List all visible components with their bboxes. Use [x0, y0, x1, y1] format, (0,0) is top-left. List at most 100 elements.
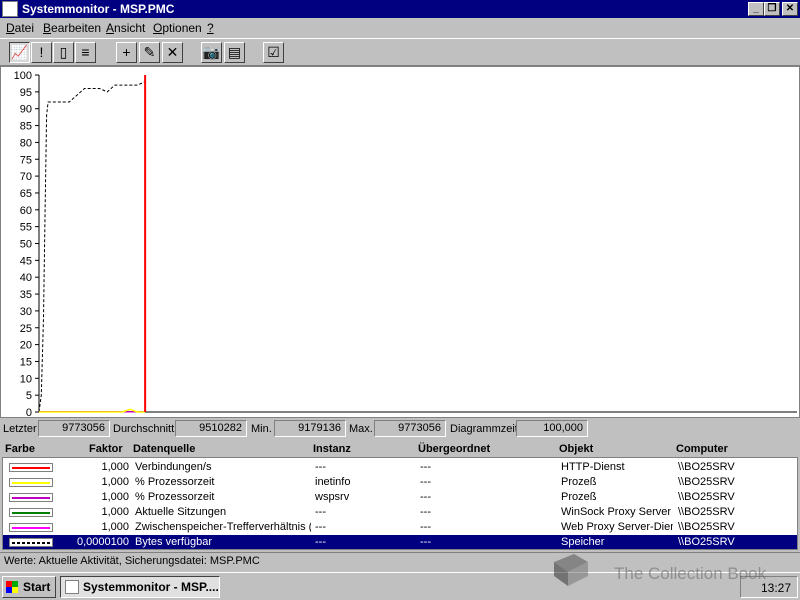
legend-counter: Verbindungen/s [135, 461, 212, 473]
alert-view-icon: ! [39, 44, 44, 60]
last-value: 9773056 [38, 420, 110, 437]
app-icon[interactable] [2, 1, 18, 17]
legend-list[interactable]: 1,000 Verbindungen/s --- --- HTTP-Dienst \\BO… [2, 457, 798, 550]
menu-bearbeiten[interactable]: Bearbeiten [43, 21, 101, 35]
chart-time-label: Diagrammzeit [450, 423, 518, 435]
y-tick-label: 80 [20, 137, 32, 149]
col-computer: Computer [676, 443, 728, 455]
log-view-button[interactable]: ▯ [53, 42, 74, 63]
legend-factor: 1,000 [101, 476, 129, 488]
restore-button[interactable]: ❐ [764, 2, 780, 16]
legend-computer: \\BO25SRV [678, 536, 735, 548]
series-line-0 [38, 81, 146, 413]
legend-instance: --- [315, 536, 326, 548]
add-counter-button[interactable]: + [116, 42, 137, 63]
legend-computer: \\BO25SRV [678, 491, 735, 503]
menu-optionen[interactable]: Optionen [153, 21, 202, 35]
col-color: Farbe [5, 443, 35, 455]
avg-value: 9510282 [175, 420, 247, 437]
legend-counter: Bytes verfügbar [135, 536, 213, 548]
legend-parent: --- [420, 521, 431, 533]
systemmonitor-icon [65, 580, 79, 594]
legend-factor: 1,000 [101, 506, 129, 518]
legend-object: Speicher [561, 536, 605, 548]
legend-factor: 1,000 [101, 491, 129, 503]
y-tick-label: 90 [20, 104, 32, 116]
legend-row[interactable]: 1,000 Zwischenspeicher-Trefferverhältnis … [3, 520, 797, 535]
legend-instance: --- [315, 521, 326, 533]
legend-object: Web Proxy Server-Dienst [561, 521, 673, 533]
watermark: The Collection Book [546, 548, 800, 596]
y-tick-label: 55 [20, 222, 32, 234]
title-bar[interactable]: Systemmonitor - MSP.PMC _ ❐ ✕ [0, 0, 800, 18]
report-view-button[interactable]: ≡ [75, 42, 96, 63]
chart-area[interactable]: 0 5 10 15 20 25 30 35 40 45 50 55 60 65 70 75 80 85 90 95 10… [0, 66, 800, 418]
chart-canvas: 0 5 10 15 20 25 30 35 40 45 50 55 60 65 70 75 80 85 90 95 10… [14, 70, 797, 417]
legend-object: Prozeß [561, 476, 597, 488]
col-factor: Faktor [89, 443, 123, 455]
menu-bar: Datei Bearbeiten Ansicht Optionen ? [0, 18, 800, 38]
chart-view-button[interactable]: 📈 [9, 42, 30, 63]
start-button[interactable]: Start [2, 576, 56, 598]
legend-computer: \\BO25SRV [678, 506, 735, 518]
legend-parent: --- [420, 476, 431, 488]
max-label: Max. [349, 423, 373, 435]
windows-logo-icon [6, 581, 18, 593]
legend-counter: % Prozessorzeit [135, 476, 215, 488]
menu-datei[interactable]: Datei [6, 21, 34, 35]
book-icon [554, 554, 588, 586]
chart-time-value: 100,000 [516, 420, 588, 437]
legend-instance: --- [315, 461, 326, 473]
taskbar-item-systemmonitor[interactable]: Systemmonitor - MSP.... [60, 576, 220, 598]
close-button[interactable]: ✕ [782, 2, 798, 16]
legend-row[interactable]: 1,000 Verbindungen/s --- --- HTTP-Dienst \\BO… [3, 460, 797, 475]
last-label: Letzter [3, 423, 37, 435]
menu-ansicht[interactable]: Ansicht [106, 21, 145, 35]
legend-header: Farbe Faktor Datenquelle Instanz Übergeo… [0, 441, 800, 457]
minimize-button[interactable]: _ [748, 2, 764, 16]
legend-computer: \\BO25SRV [678, 521, 735, 533]
y-tick-label: 50 [20, 239, 32, 251]
col-counter: Datenquelle [133, 443, 196, 455]
legend-parent: --- [420, 536, 431, 548]
y-tick-label: 40 [20, 272, 32, 284]
y-tick-label: 20 [20, 340, 32, 352]
legend-object: Prozeß [561, 491, 597, 503]
y-tick-label: 45 [20, 255, 32, 267]
y-tick-label: 100 [14, 70, 32, 82]
max-value: 9773056 [374, 420, 446, 437]
menu-help[interactable]: ? [207, 21, 214, 35]
legend-instance: wspsrv [315, 491, 350, 503]
legend-counter: Zwischenspeicher-Trefferverhältnis (%) [135, 521, 311, 533]
y-tick-label: 70 [20, 171, 32, 183]
legend-row[interactable]: 1,000 % Prozessorzeit inetinfo --- Prozeß \\B… [3, 475, 797, 490]
col-parent: Übergeordnet [418, 443, 491, 455]
y-tick-label: 65 [20, 188, 32, 200]
legend-factor: 0,0000100 [77, 536, 129, 548]
legend-row[interactable]: 1,000 Aktuelle Sitzungen --- --- WinSock Pro… [3, 505, 797, 520]
col-instance: Instanz [313, 443, 351, 455]
alert-view-button[interactable]: ! [31, 42, 52, 63]
options-button[interactable]: ☑ [263, 42, 284, 63]
min-value: 9179136 [274, 420, 346, 437]
legend-row[interactable]: 1,000 % Prozessorzeit wspsrv --- Prozeß \\BO2… [3, 490, 797, 505]
snapshot-button[interactable]: 📷 [201, 42, 222, 63]
watermark-text: The Collection Book [614, 564, 767, 583]
y-tick-label: 25 [20, 323, 32, 335]
delete-counter-button[interactable]: ✕ [162, 42, 183, 63]
legend-factor: 1,000 [101, 521, 129, 533]
chart-view-icon: 📈 [10, 44, 29, 60]
delete-counter-icon: ✕ [166, 44, 179, 60]
export-button[interactable]: ▤ [224, 42, 245, 63]
legend-computer: \\BO25SRV [678, 461, 735, 473]
legend-object: HTTP-Dienst [561, 461, 625, 473]
legend-parent: --- [420, 491, 431, 503]
col-object: Objekt [559, 443, 594, 455]
legend-counter: % Prozessorzeit [135, 491, 215, 503]
legend-object: WinSock Proxy Server [561, 506, 672, 518]
y-tick-label: 10 [20, 373, 32, 385]
edit-counter-icon: ✎ [143, 44, 156, 60]
legend-computer: \\BO25SRV [678, 476, 735, 488]
edit-counter-button[interactable]: ✎ [139, 42, 160, 63]
legend-parent: --- [420, 461, 431, 473]
